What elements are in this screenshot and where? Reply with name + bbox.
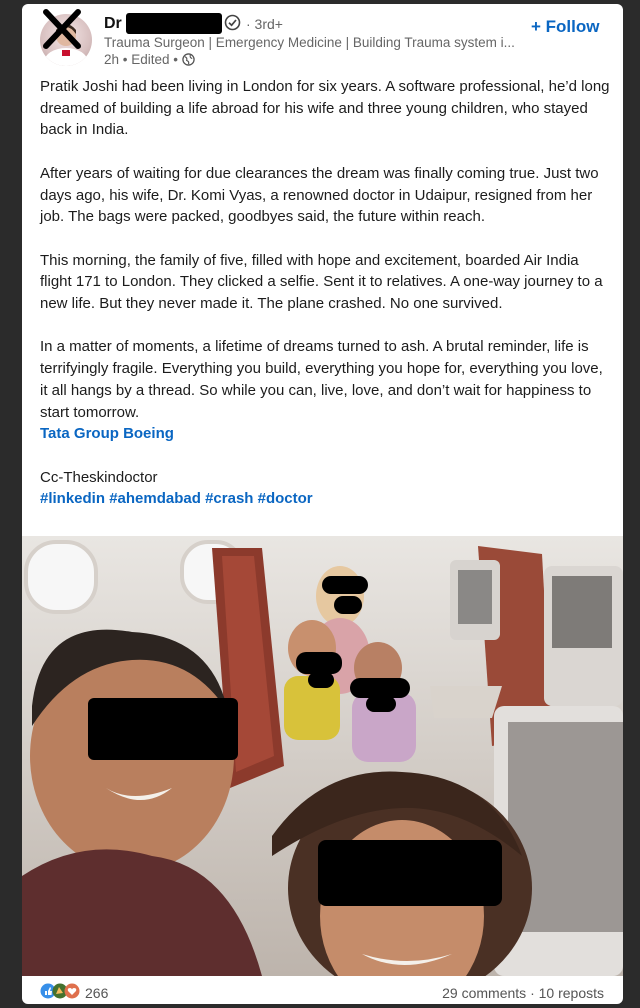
post-body: Pratik Joshi had been living in London f… — [40, 76, 610, 510]
love-reaction-icon — [64, 983, 80, 999]
author-headline: Trauma Surgeon | Emergency Medicine | Bu… — [104, 35, 515, 50]
credit-line: Cc-Theskindoctor — [40, 468, 158, 486]
hashtag-ahemdabad[interactable]: #ahemdabad — [109, 490, 201, 507]
reaction-count[interactable]: 266 — [85, 985, 108, 1001]
post-time: 2h — [104, 52, 120, 67]
post-paragraph: After years of waiting for due clearance… — [40, 164, 599, 226]
author-name[interactable]: Dr — [104, 15, 122, 33]
face-redaction — [88, 698, 238, 760]
post-card: Dr · 3rd+ Trauma Surgeon | Emergency Med… — [22, 4, 623, 1004]
mention-tata-group[interactable]: Tata Group — [40, 425, 119, 442]
selfie-image — [22, 536, 623, 976]
post-paragraph: In a matter of moments, a lifetime of dr… — [40, 338, 603, 421]
hashtag-linkedin[interactable]: #linkedin — [40, 490, 105, 507]
face-redaction — [318, 840, 502, 906]
follow-button[interactable]: + Follow — [531, 17, 599, 37]
globe-icon — [182, 53, 195, 66]
post-meta: 2h • Edited • — [104, 52, 195, 67]
post-paragraph: Pratik Joshi had been living in London f… — [40, 78, 610, 139]
face-redaction — [366, 696, 396, 712]
avatar-redaction-x-icon — [43, 9, 81, 49]
hashtag-crash[interactable]: #crash — [205, 490, 253, 507]
author-name-redaction — [126, 13, 222, 34]
face-redaction — [308, 672, 334, 688]
mentions-line: Tata Group Boeing — [40, 423, 610, 445]
post-edited-label: • Edited • — [122, 52, 179, 67]
engagement-stats: 29 comments · 10 reposts — [442, 985, 604, 1001]
hashtag-doctor[interactable]: #doctor — [258, 490, 313, 507]
post-photo[interactable] — [22, 536, 623, 976]
face-redaction — [322, 576, 368, 594]
connection-degree: · 3rd+ — [246, 16, 283, 32]
stats-separator: · — [530, 985, 535, 1001]
face-redaction — [296, 652, 342, 674]
post-paragraph: This morning, the family of five, filled… — [40, 251, 603, 312]
comments-count[interactable]: 29 comments — [442, 985, 526, 1001]
mention-boeing[interactable]: Boeing — [123, 425, 174, 442]
face-redaction — [334, 596, 362, 614]
face-redaction — [350, 678, 410, 698]
hashtags-line: #linkedin #ahemdabad #crash #doctor — [40, 488, 610, 510]
reactions-icons[interactable] — [40, 983, 84, 999]
reposts-count[interactable]: 10 reposts — [539, 985, 604, 1001]
post-header: Dr · 3rd+ Trauma Surgeon | Emergency Med… — [22, 4, 623, 74]
post-footer: 266 29 comments · 10 reposts — [22, 976, 623, 1004]
verified-shield-icon — [224, 14, 241, 31]
